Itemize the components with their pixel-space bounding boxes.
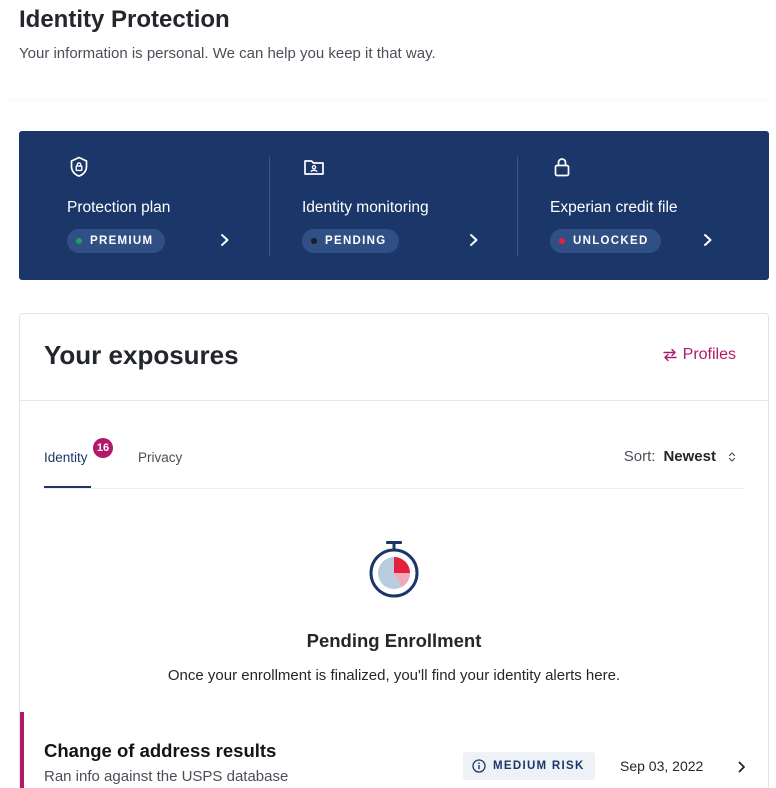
alert-row[interactable]: Change of address results Ran info again…	[20, 712, 768, 788]
status-item-identity-monitoring[interactable]: Identity monitoring PENDING	[270, 131, 517, 280]
alert-date: Sep 03, 2022	[620, 758, 704, 774]
profiles-link-label: Profiles	[682, 346, 736, 363]
stopwatch-icon	[369, 541, 419, 598]
tab-privacy[interactable]: Privacy	[138, 450, 182, 465]
empty-state-title: Pending Enrollment	[306, 630, 482, 651]
identity-count-badge: 16	[93, 438, 113, 458]
status-label: Identity monitoring	[302, 199, 429, 216]
sort-dropdown[interactable]: Sort: Newest	[624, 448, 736, 465]
status-badge: PREMIUM	[67, 229, 166, 253]
status-badge: UNLOCKED	[550, 229, 661, 253]
status-badge-text: UNLOCKED	[573, 235, 649, 247]
alert-accent-bar	[20, 712, 24, 788]
status-badge-text: PREMIUM	[90, 235, 154, 247]
profiles-link[interactable]: Profiles	[662, 346, 736, 364]
status-dot	[559, 238, 565, 244]
sort-arrows-icon	[728, 451, 736, 462]
exposures-panel: Your exposures Profiles Identity 16 Priv…	[19, 313, 769, 788]
page-title: Identity Protection	[19, 6, 230, 33]
swap-arrows-icon	[662, 348, 677, 362]
page-header: Identity Protection Your information is …	[0, 0, 776, 98]
info-icon	[472, 759, 486, 773]
sort-value: Newest	[663, 448, 716, 465]
chevron-right-icon[interactable]	[700, 230, 716, 250]
status-summary-card: Protection plan PREMIUM Identity monitor…	[19, 131, 769, 280]
status-dot	[311, 238, 317, 244]
status-item-experian-credit-file[interactable]: Experian credit file UNLOCKED	[518, 131, 769, 280]
page-subtitle: Your information is personal. We can hel…	[19, 45, 436, 62]
status-label: Protection plan	[67, 199, 171, 216]
alert-title: Change of address results	[44, 740, 277, 761]
status-badge-text: PENDING	[325, 235, 387, 247]
chevron-right-icon[interactable]	[217, 230, 233, 250]
status-label: Experian credit file	[550, 199, 678, 216]
tab-identity[interactable]: Identity	[44, 450, 88, 465]
status-dot	[76, 238, 82, 244]
shield-lock-icon	[70, 156, 88, 177]
padlock-icon	[554, 158, 570, 177]
status-badge: PENDING	[302, 229, 399, 253]
sort-label: Sort:	[623, 448, 656, 465]
risk-badge-text: MEDIUM RISK	[493, 760, 585, 772]
chevron-right-icon[interactable]	[736, 759, 748, 775]
exposures-title: Your exposures	[44, 340, 239, 370]
divider	[20, 400, 768, 401]
empty-state-text: Once your enrollment is finalized, you'l…	[167, 667, 621, 684]
status-item-protection-plan[interactable]: Protection plan PREMIUM	[19, 131, 269, 280]
id-folder-icon	[304, 160, 324, 175]
active-tab-indicator	[44, 486, 91, 488]
tabs-divider	[44, 488, 744, 489]
chevron-right-icon[interactable]	[466, 230, 482, 250]
alert-subtitle: Ran info against the USPS database	[44, 768, 289, 785]
risk-badge: MEDIUM RISK	[463, 752, 595, 780]
